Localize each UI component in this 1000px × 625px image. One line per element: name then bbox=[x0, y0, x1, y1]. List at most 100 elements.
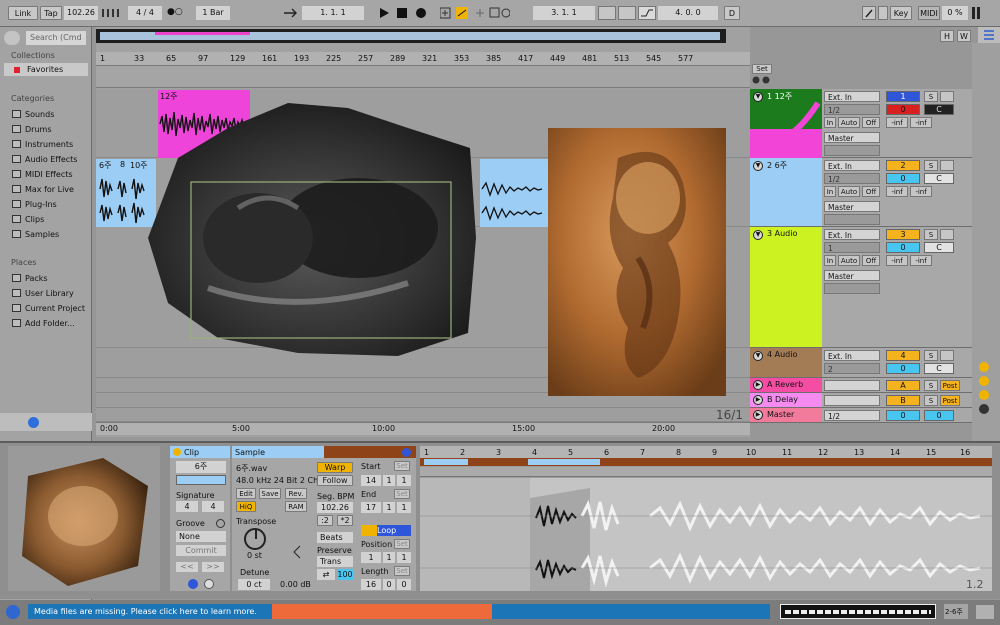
monitor-off[interactable]: Off bbox=[862, 186, 880, 197]
monitor-in[interactable]: In bbox=[824, 117, 836, 128]
category-clips[interactable]: Clips bbox=[12, 213, 44, 226]
end-beat[interactable]: 1 bbox=[383, 502, 395, 513]
track-2-output[interactable]: Master bbox=[824, 201, 880, 212]
track-3-header[interactable]: ▼ 3 Audio bbox=[750, 227, 822, 347]
hiq-button[interactable]: HiQ bbox=[236, 501, 256, 512]
track-2-send-a[interactable]: -inf bbox=[886, 186, 908, 197]
category-samples[interactable]: Samples bbox=[12, 228, 59, 241]
key-map-button[interactable]: Key bbox=[890, 6, 912, 20]
track-4-input[interactable]: Ext. In bbox=[824, 350, 880, 361]
link-button[interactable]: Link bbox=[8, 6, 38, 20]
quantize-menu[interactable]: 1 Bar bbox=[196, 6, 230, 20]
place-packs[interactable]: Packs bbox=[12, 272, 48, 285]
track-4-pan[interactable]: C bbox=[924, 363, 954, 374]
pencil-icon[interactable] bbox=[862, 6, 876, 20]
detune-field[interactable]: 0 ct bbox=[238, 579, 270, 590]
track-1-solo[interactable]: S bbox=[924, 91, 938, 102]
track-3-output-channel[interactable] bbox=[824, 283, 880, 294]
start-sixteenth[interactable]: 1 bbox=[397, 475, 411, 486]
locator-lane[interactable] bbox=[96, 66, 750, 88]
length-bar[interactable]: 16 bbox=[361, 579, 381, 590]
place-add-folder[interactable]: Add Folder... bbox=[12, 317, 75, 330]
menu-icon[interactable] bbox=[978, 27, 1000, 43]
fold-icon[interactable]: ▼ bbox=[753, 161, 763, 171]
return-b-post[interactable]: Post bbox=[940, 395, 960, 406]
return-a-input[interactable] bbox=[824, 380, 880, 391]
arrangement-position[interactable]: 1. 1. 1 bbox=[302, 6, 364, 20]
master-volume[interactable]: 0 bbox=[886, 410, 920, 421]
track-1-activator[interactable]: 1 bbox=[886, 91, 920, 102]
category-instruments[interactable]: Instruments bbox=[12, 138, 73, 151]
position-beat[interactable]: 1 bbox=[383, 552, 395, 563]
follow-icon[interactable] bbox=[282, 7, 298, 19]
return-a-solo[interactable]: S bbox=[924, 380, 938, 391]
alert-icon[interactable] bbox=[6, 605, 20, 619]
end-sixteenth[interactable]: 1 bbox=[397, 502, 411, 513]
groove-selector[interactable]: None bbox=[176, 531, 226, 542]
track-2-pan[interactable]: C bbox=[924, 173, 954, 184]
nudge-left-button[interactable]: << bbox=[176, 562, 198, 572]
track-1-volume[interactable]: 0 bbox=[886, 104, 920, 115]
track-3-output[interactable]: Master bbox=[824, 270, 880, 281]
play-icon[interactable] bbox=[378, 6, 390, 20]
track-3-volume[interactable]: 0 bbox=[886, 242, 920, 253]
return-a-activator[interactable]: A bbox=[886, 380, 920, 391]
fold-icon[interactable]: ▼ bbox=[753, 92, 763, 102]
track-4-solo[interactable]: S bbox=[924, 350, 938, 361]
monitor-auto[interactable]: Auto bbox=[838, 117, 860, 128]
return-icon[interactable] bbox=[979, 376, 989, 386]
transpose-knob[interactable] bbox=[244, 528, 266, 550]
return-b-header[interactable]: ▶ B Delay bbox=[750, 393, 822, 407]
mini-overview[interactable] bbox=[780, 604, 936, 619]
midi-map-button[interactable]: MIDI bbox=[918, 6, 940, 20]
set-locator-button[interactable]: Set bbox=[752, 64, 772, 74]
edit-button[interactable]: Edit bbox=[236, 488, 256, 499]
gain-slider-icon[interactable] bbox=[292, 545, 302, 559]
length-sixteenth[interactable]: 0 bbox=[397, 579, 411, 590]
clip-blue[interactable]: 6주 8 10주 bbox=[96, 159, 156, 227]
category-audio-effects[interactable]: Audio Effects bbox=[12, 153, 77, 166]
track-3-input[interactable]: Ext. In bbox=[824, 229, 880, 240]
track-3-arm[interactable] bbox=[940, 229, 954, 240]
tempo-nudge-icon[interactable] bbox=[102, 9, 126, 17]
punch-out-icon[interactable] bbox=[638, 6, 656, 20]
monitor-off[interactable]: Off bbox=[862, 255, 880, 266]
signature-denominator[interactable]: 4 bbox=[202, 501, 224, 512]
mixer-icon[interactable] bbox=[979, 390, 989, 400]
sample-nav-icon[interactable] bbox=[402, 448, 411, 457]
length-set-button[interactable]: Set bbox=[394, 566, 410, 576]
warp-button[interactable]: Warp bbox=[317, 462, 353, 473]
loop-length-field[interactable]: 4. 0. 0 bbox=[658, 6, 718, 20]
track-4-channel[interactable]: 2 bbox=[824, 363, 880, 374]
computer-midi-keyboard-icon[interactable] bbox=[878, 6, 888, 20]
detail-toggle-icon[interactable] bbox=[976, 605, 994, 619]
fold-icon[interactable]: ▶ bbox=[753, 380, 763, 390]
master-channel[interactable]: 1/2 bbox=[824, 410, 880, 421]
track-2-send-b[interactable]: -inf bbox=[910, 186, 932, 197]
clip-blue-right[interactable] bbox=[480, 159, 550, 227]
record-icon[interactable] bbox=[416, 8, 426, 18]
overdub-automation-icons[interactable] bbox=[439, 7, 511, 19]
search-input[interactable]: Search (Cmd bbox=[26, 31, 86, 45]
track-1-output[interactable]: Master bbox=[824, 132, 880, 143]
position-set-button[interactable]: Set bbox=[394, 539, 410, 549]
beat-ruler[interactable]: 1 33 65 97 129 161 193 225 257 289 321 3… bbox=[96, 52, 750, 66]
clip-color-selector[interactable] bbox=[176, 475, 226, 485]
monitor-off[interactable]: Off bbox=[862, 117, 880, 128]
punch-in-icon[interactable] bbox=[598, 6, 616, 20]
signature-numerator[interactable]: 4 bbox=[176, 501, 198, 512]
master-cue[interactable]: 0 bbox=[924, 410, 954, 421]
save-button[interactable]: Save bbox=[259, 488, 281, 499]
reverse-button[interactable]: Rev. bbox=[285, 488, 307, 499]
category-max-for-live[interactable]: Max for Live bbox=[12, 183, 74, 196]
category-sounds[interactable]: Sounds bbox=[12, 108, 54, 121]
fold-icon[interactable]: ▶ bbox=[753, 410, 763, 420]
clip-name-field[interactable]: 6주 bbox=[176, 461, 226, 473]
track-2-output-channel[interactable] bbox=[824, 214, 880, 225]
place-user-library[interactable]: User Library bbox=[12, 287, 74, 300]
position-sixteenth[interactable]: 1 bbox=[397, 552, 411, 563]
hw-h-button[interactable]: H bbox=[940, 30, 954, 42]
track-3-send-b[interactable]: -inf bbox=[910, 255, 932, 266]
track-3-activator[interactable]: 3 bbox=[886, 229, 920, 240]
info-icon[interactable] bbox=[28, 417, 39, 428]
